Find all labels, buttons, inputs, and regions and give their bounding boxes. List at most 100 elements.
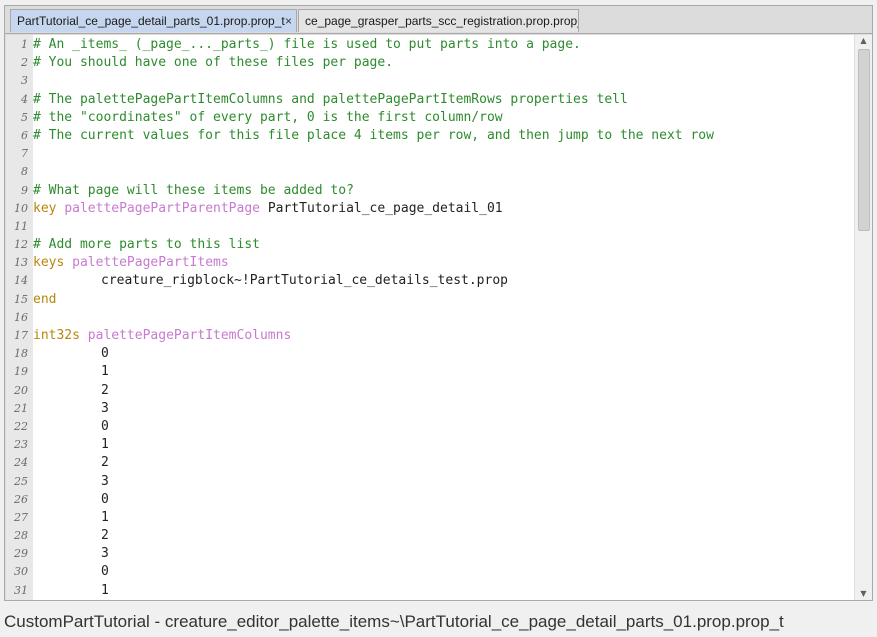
code-line: 17 int32s palettePagePartItemColumns bbox=[6, 327, 857, 345]
line-number: 2 bbox=[21, 56, 28, 70]
list-value: 3 bbox=[101, 473, 109, 489]
comment-text: # What page will these items be added to… bbox=[33, 182, 354, 198]
list-value: 1 bbox=[101, 437, 109, 453]
comment-text: # The current values for this file place… bbox=[33, 127, 714, 143]
code-line: 27 1 bbox=[6, 509, 857, 527]
code-line: 31 1 bbox=[6, 582, 857, 600]
line-number: 26 bbox=[14, 492, 28, 506]
line-number: 8 bbox=[21, 165, 28, 179]
scrollbar-thumb[interactable] bbox=[858, 49, 870, 231]
line-number: 15 bbox=[14, 292, 28, 306]
code-line: 11 bbox=[6, 218, 857, 236]
list-value: creature_rigblock~!PartTutorial_ce_detai… bbox=[101, 273, 508, 289]
code-editor[interactable]: 1 # An _items_ (_page_..._parts_) file is… bbox=[6, 35, 857, 600]
list-value: 1 bbox=[101, 509, 109, 525]
code-line: 25 3 bbox=[6, 473, 857, 491]
code-line: 10 key palettePagePartParentPage PartTuto… bbox=[6, 200, 857, 218]
code-line: 6 # The current values for this file plac… bbox=[6, 127, 857, 145]
vertical-scrollbar[interactable]: ▲ ▼ bbox=[854, 35, 872, 600]
comment-text: # You should have one of these files per… bbox=[33, 55, 394, 71]
code-line: 29 3 bbox=[6, 545, 857, 563]
line-number: 11 bbox=[14, 219, 28, 233]
list-value: 2 bbox=[101, 382, 109, 398]
property-name: palettePagePartItemColumns bbox=[87, 328, 292, 343]
line-number: 5 bbox=[21, 110, 28, 124]
list-value: 0 bbox=[101, 564, 109, 580]
list-value: 3 bbox=[101, 546, 109, 562]
line-number: 28 bbox=[14, 529, 28, 543]
code-line: 20 2 bbox=[6, 382, 857, 400]
tab-label: ce_page_grasper_parts_scc_registration.p… bbox=[305, 14, 579, 28]
code-line: 2 # You should have one of these files pe… bbox=[6, 54, 857, 72]
line-number: 1 bbox=[21, 38, 28, 51]
line-number: 27 bbox=[14, 510, 28, 524]
tab-parttutorial-detail-parts[interactable]: PartTutorial_ce_page_detail_parts_01.pro… bbox=[10, 9, 297, 32]
close-icon[interactable]: × bbox=[285, 10, 292, 32]
line-number: 18 bbox=[14, 347, 28, 361]
line-number: 12 bbox=[14, 238, 28, 252]
line-number: 3 bbox=[21, 74, 28, 88]
code-line: 14 creature_rigblock~!PartTutorial_ce_det… bbox=[6, 272, 857, 290]
code-line: 15 end bbox=[6, 291, 857, 309]
line-number: 4 bbox=[21, 92, 28, 106]
line-number: 20 bbox=[14, 383, 28, 397]
tab-bar: PartTutorial_ce_page_detail_parts_01.pro… bbox=[5, 6, 872, 34]
line-number: 10 bbox=[14, 201, 28, 215]
list-value: 3 bbox=[101, 400, 109, 416]
list-value: 1 bbox=[101, 582, 109, 598]
list-value: 0 bbox=[101, 491, 109, 507]
line-number: 21 bbox=[14, 401, 28, 415]
property-name: palettePagePartItems bbox=[72, 255, 229, 271]
line-number: 7 bbox=[21, 147, 28, 161]
keyword: end bbox=[33, 291, 57, 307]
list-value: 2 bbox=[101, 528, 109, 544]
keyword: keys bbox=[33, 255, 65, 271]
property-name: palettePagePartParentPage bbox=[64, 200, 260, 216]
keyword: key bbox=[33, 200, 57, 216]
code-line: 30 0 bbox=[6, 563, 857, 581]
property-value: PartTutorial_ce_page_detail_01 bbox=[267, 200, 503, 216]
code-line: 8 bbox=[6, 163, 857, 181]
line-number: 24 bbox=[14, 456, 28, 470]
code-line: 22 0 bbox=[6, 418, 857, 436]
line-number: 9 bbox=[21, 183, 28, 197]
line-number: 29 bbox=[14, 547, 28, 561]
line-number: 6 bbox=[21, 128, 28, 142]
code-line: 18 0 bbox=[6, 345, 857, 363]
code-line: 21 3 bbox=[6, 400, 857, 418]
code-line: 1 # An _items_ (_page_..._parts_) file is… bbox=[6, 36, 857, 54]
tab-grasper-parts-registration[interactable]: ce_page_grasper_parts_scc_registration.p… bbox=[298, 9, 579, 32]
list-value: 1 bbox=[101, 364, 109, 380]
list-value: 2 bbox=[101, 455, 109, 471]
comment-text: # An _items_ (_page_..._parts_) file is … bbox=[33, 37, 581, 52]
code-line: 19 1 bbox=[6, 363, 857, 381]
code-line: 9 # What page will these items be added t… bbox=[6, 182, 857, 200]
code-line: 12 # Add more parts to this list bbox=[6, 236, 857, 254]
comment-text: # Add more parts to this list bbox=[33, 237, 260, 253]
code-line: 4 # The palettePagePartItemColumns and pa… bbox=[6, 91, 857, 109]
code-line: 13 keys palettePagePartItems bbox=[6, 254, 857, 272]
line-number: 31 bbox=[14, 583, 28, 597]
scroll-up-icon[interactable]: ▲ bbox=[855, 35, 872, 47]
code-line: 3 bbox=[6, 72, 857, 90]
status-bar-path: CustomPartTutorial - creature_editor_pal… bbox=[4, 612, 784, 631]
code-line: 5 # the "coordinates" of every part, 0 is… bbox=[6, 109, 857, 127]
code-line: 7 bbox=[6, 145, 857, 163]
scroll-down-icon[interactable]: ▼ bbox=[855, 588, 872, 600]
line-number: 17 bbox=[14, 329, 28, 342]
code-lines: 1 # An _items_ (_page_..._parts_) file is… bbox=[6, 36, 857, 600]
line-number: 22 bbox=[14, 419, 28, 433]
code-line: 24 2 bbox=[6, 454, 857, 472]
line-number: 19 bbox=[14, 365, 28, 379]
keyword: int32s bbox=[33, 328, 80, 343]
editor-window: PartTutorial_ce_page_detail_parts_01.pro… bbox=[4, 5, 873, 601]
line-number: 25 bbox=[14, 474, 28, 488]
line-number: 13 bbox=[14, 256, 28, 270]
line-number: 23 bbox=[14, 438, 28, 452]
code-line: 26 0 bbox=[6, 491, 857, 509]
line-number: 16 bbox=[14, 310, 28, 324]
list-value: 0 bbox=[101, 346, 109, 362]
code-line: 16 bbox=[6, 309, 857, 327]
code-line: 28 2 bbox=[6, 527, 857, 545]
line-number: 14 bbox=[14, 274, 28, 288]
